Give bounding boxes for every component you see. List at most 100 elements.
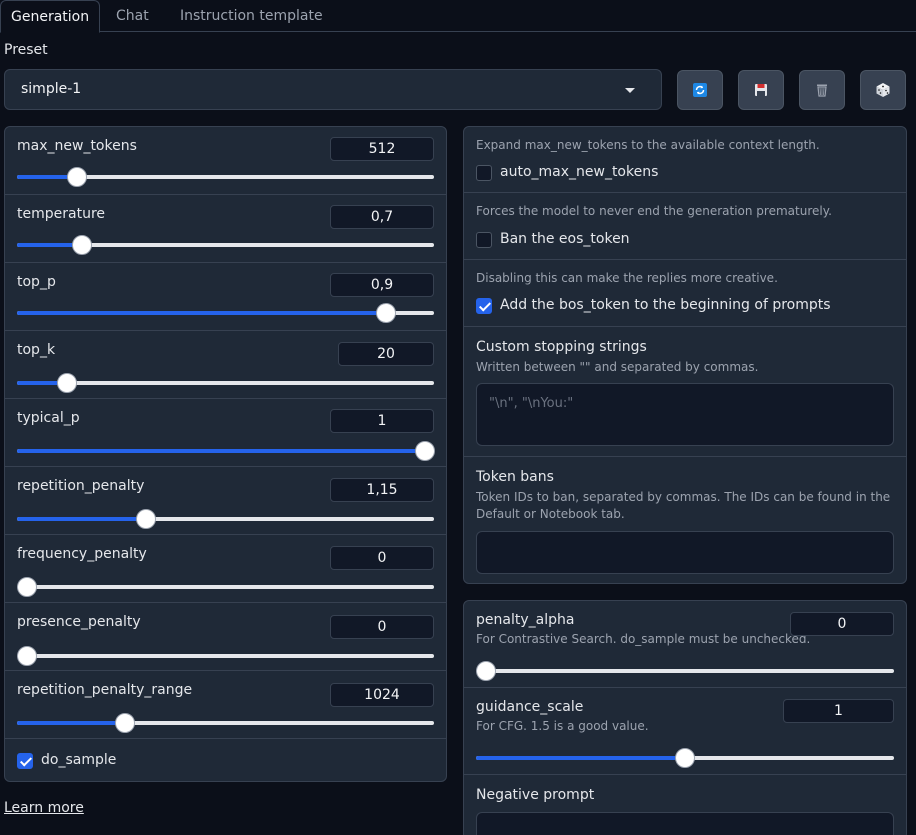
- param-slider[interactable]: [17, 235, 434, 255]
- checkbox-label: auto_max_new_tokens: [500, 164, 659, 180]
- do-sample-row: do_sample: [5, 739, 446, 781]
- ban-eos-token-row: Forces the model to never end the genera…: [464, 193, 906, 260]
- param-slider[interactable]: [476, 661, 894, 681]
- sampling-params-panel: max_new_tokens 512 temperature 0,7 top_p…: [4, 126, 447, 782]
- slider-thumb[interactable]: [57, 373, 78, 393]
- info-text: Default or Notebook tab.: [476, 507, 625, 521]
- param-number-input[interactable]: 0: [790, 612, 894, 636]
- slider-thumb[interactable]: [72, 235, 93, 255]
- param-label: presence_penalty: [17, 614, 141, 630]
- param-temperature: temperature 0,7: [5, 195, 446, 263]
- slider-thumb[interactable]: [415, 441, 435, 461]
- param-label: guidance_scale: [476, 699, 584, 715]
- ban-eos-token-checkbox[interactable]: [476, 232, 492, 248]
- param-number-input[interactable]: 1: [783, 699, 894, 723]
- param-number-input[interactable]: 0: [330, 546, 434, 570]
- do-sample-checkbox[interactable]: [17, 753, 33, 769]
- token-bans-label: Token bans: [476, 469, 554, 485]
- info-text: Written between "" and separated by comm…: [476, 360, 759, 374]
- refresh-icon: [693, 83, 707, 97]
- token-bans-row: Token bans Token IDs to ban, separated b…: [464, 457, 906, 583]
- save-button[interactable]: [738, 70, 784, 110]
- tab-bar: Generation Chat Instruction template: [0, 0, 916, 33]
- param-slider[interactable]: [17, 373, 434, 393]
- param-number-input[interactable]: 0,7: [330, 205, 434, 229]
- param-number-input[interactable]: 0: [330, 615, 434, 639]
- preset-label: Preset: [4, 42, 48, 58]
- param-presence-penalty: presence_penalty 0: [5, 603, 446, 671]
- tab-instruction-template[interactable]: Instruction template: [170, 0, 333, 32]
- slider-thumb[interactable]: [115, 713, 136, 733]
- guidance-panel: penalty_alpha For Contrastive Search. do…: [463, 600, 907, 835]
- param-number-input[interactable]: 512: [330, 137, 434, 161]
- checkbox-label: Ban the eos_token: [500, 231, 630, 247]
- param-label: penalty_alpha: [476, 612, 575, 628]
- slider-thumb[interactable]: [17, 646, 37, 666]
- param-slider[interactable]: [17, 577, 434, 597]
- custom-stopping-strings-label: Custom stopping strings: [476, 339, 647, 355]
- trash-icon: [817, 84, 827, 97]
- token-bans-input[interactable]: [476, 531, 894, 574]
- dice-icon: [876, 83, 890, 97]
- slider-thumb[interactable]: [67, 167, 88, 187]
- add-bos-token-checkbox[interactable]: [476, 298, 492, 314]
- negative-prompt-label: Negative prompt: [476, 787, 595, 803]
- preset-value: simple-1: [21, 81, 82, 97]
- slider-thumb[interactable]: [136, 509, 157, 529]
- param-number-input[interactable]: 1,15: [330, 478, 434, 502]
- param-repetition-penalty-range: repetition_penalty_range 1024: [5, 671, 446, 739]
- param-slider[interactable]: [17, 167, 434, 187]
- param-slider[interactable]: [476, 748, 894, 768]
- param-slider[interactable]: [17, 441, 435, 461]
- param-top-p: top_p 0,9: [5, 263, 446, 331]
- auto-max-new-tokens-checkbox[interactable]: [476, 165, 492, 181]
- param-label: frequency_penalty: [17, 546, 147, 562]
- chevron-down-icon: [625, 88, 635, 93]
- param-slider[interactable]: [17, 713, 434, 733]
- slider-thumb[interactable]: [375, 303, 396, 323]
- preset-dropdown[interactable]: simple-1: [4, 69, 662, 110]
- param-slider[interactable]: [17, 509, 434, 529]
- tab-generation[interactable]: Generation: [0, 0, 101, 33]
- param-label: typical_p: [17, 410, 80, 426]
- param-number-input[interactable]: 20: [338, 342, 434, 366]
- info-text: Expand max_new_tokens to the available c…: [476, 138, 820, 152]
- slider-thumb[interactable]: [675, 748, 695, 768]
- custom-stopping-strings-row: Custom stopping strings Written between …: [464, 327, 906, 457]
- param-label: top_p: [17, 274, 56, 290]
- custom-stopping-strings-input[interactable]: "\n", "\nYou:": [476, 383, 894, 446]
- generation-options-panel: Expand max_new_tokens to the available c…: [463, 126, 907, 584]
- param-label: temperature: [17, 206, 105, 222]
- param-typical-p: typical_p 1: [5, 399, 446, 467]
- param-label: repetition_penalty_range: [17, 682, 193, 698]
- random-button[interactable]: [860, 70, 906, 110]
- refresh-button[interactable]: [677, 70, 723, 110]
- info-text: Disabling this can make the replies more…: [476, 271, 778, 285]
- param-label: max_new_tokens: [17, 138, 137, 154]
- info-text: Forces the model to never end the genera…: [476, 204, 832, 218]
- checkbox-label: Add the bos_token to the beginning of pr…: [500, 297, 831, 313]
- param-number-input[interactable]: 0,9: [330, 273, 434, 297]
- slider-thumb[interactable]: [476, 661, 496, 681]
- negative-prompt-input[interactable]: [476, 812, 894, 835]
- slider-thumb[interactable]: [17, 577, 37, 597]
- param-slider[interactable]: [17, 303, 434, 323]
- param-frequency-penalty: frequency_penalty 0: [5, 535, 446, 603]
- save-icon: [755, 84, 767, 96]
- param-penalty-alpha: penalty_alpha For Contrastive Search. do…: [464, 601, 906, 688]
- info-text: For Contrastive Search. do_sample must b…: [476, 632, 811, 646]
- param-number-input[interactable]: 1: [330, 409, 434, 433]
- param-label: top_k: [17, 342, 56, 358]
- param-guidance-scale: guidance_scale For CFG. 1.5 is a good va…: [464, 688, 906, 775]
- add-bos-token-row: Disabling this can make the replies more…: [464, 260, 906, 327]
- do-sample-label: do_sample: [41, 752, 117, 768]
- param-slider[interactable]: [17, 646, 434, 666]
- delete-button[interactable]: [799, 70, 845, 110]
- learn-more-link[interactable]: Learn more: [4, 800, 84, 816]
- info-text: Token IDs to ban, separated by commas. T…: [476, 490, 891, 504]
- param-number-input[interactable]: 1024: [330, 683, 434, 707]
- info-text: For CFG. 1.5 is a good value.: [476, 719, 649, 733]
- param-label: repetition_penalty: [17, 478, 145, 494]
- auto-max-new-tokens-row: Expand max_new_tokens to the available c…: [464, 127, 906, 193]
- tab-chat[interactable]: Chat: [106, 0, 159, 32]
